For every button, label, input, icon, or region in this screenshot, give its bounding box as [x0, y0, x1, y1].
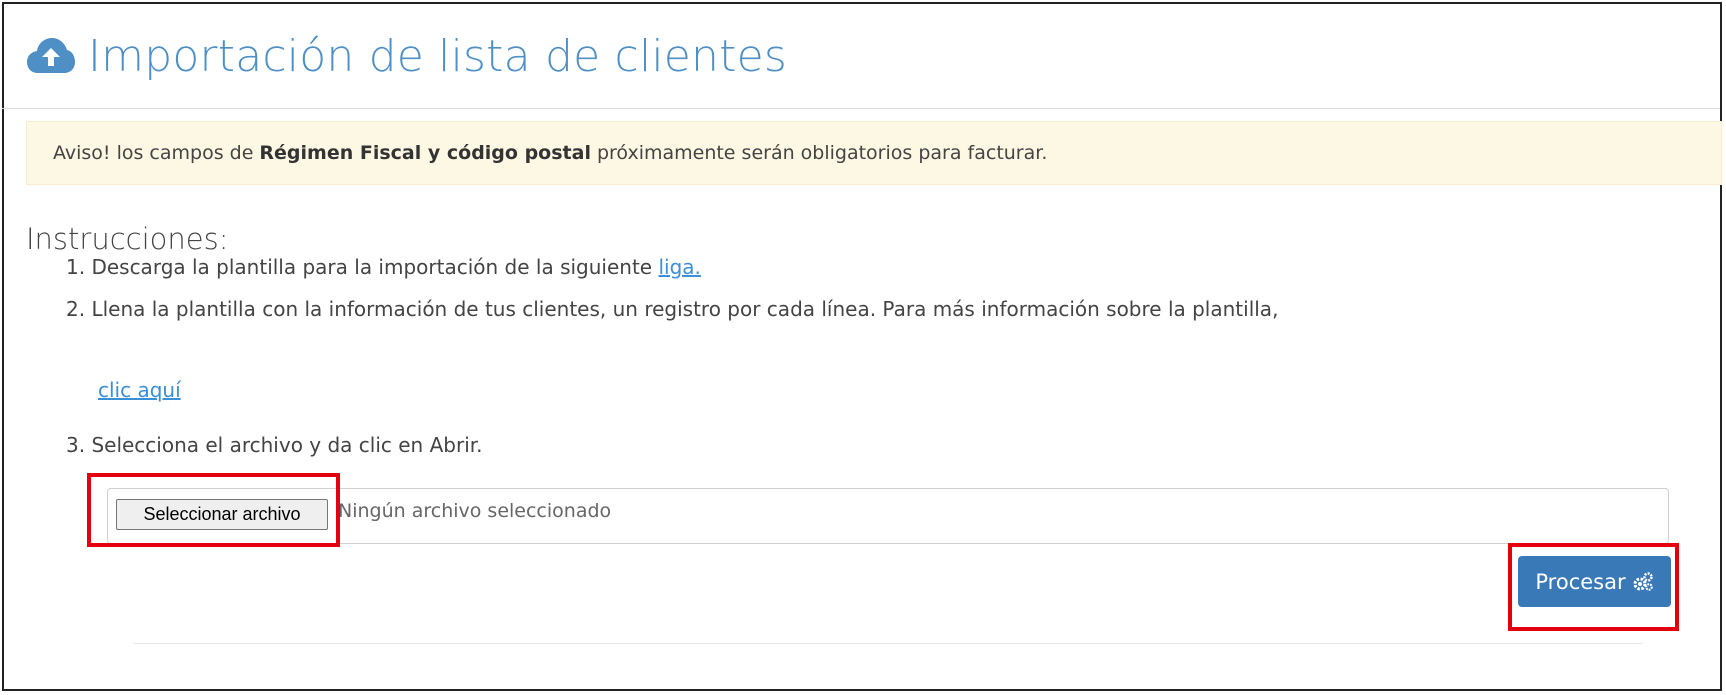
instruction-step-3: 3. Selecciona el archivo y da clic en Ab…	[66, 433, 483, 457]
instruction-step-1: 1. Descarga la plantilla para la importa…	[66, 255, 701, 279]
header-divider	[2, 108, 1720, 109]
warning-alert: Aviso! los campos de Régimen Fiscal y có…	[26, 121, 1722, 185]
highlight-box-file-button	[87, 473, 340, 547]
instructions-heading: Instrucciones:	[26, 222, 229, 256]
file-status-text: Ningún archivo seleccionado	[338, 500, 612, 522]
bottom-divider	[133, 643, 1643, 644]
page-title: Importación de lista de clientes	[88, 31, 787, 82]
step-3-text: 3. Selecciona el archivo y da clic en Ab…	[66, 433, 483, 457]
template-info-link[interactable]: clic aquí	[98, 378, 181, 402]
step-1-text: 1. Descarga la plantilla para la importa…	[66, 255, 653, 279]
step-2-text: 2. Llena la plantilla con la información…	[66, 297, 1279, 321]
page-header: Importación de lista de clientes	[26, 22, 787, 92]
alert-prefix: Aviso! los campos de	[53, 142, 254, 164]
instruction-step-2: 2. Llena la plantilla con la información…	[66, 297, 1278, 321]
page-frame	[2, 2, 1722, 691]
alert-bold-text: Régimen Fiscal y código postal	[259, 142, 591, 164]
template-download-link[interactable]: liga.	[658, 255, 700, 279]
cloud-upload-icon	[27, 38, 75, 73]
highlight-box-process-button	[1508, 543, 1679, 631]
alert-suffix: próximamente serán obligatorios para fac…	[596, 142, 1048, 164]
